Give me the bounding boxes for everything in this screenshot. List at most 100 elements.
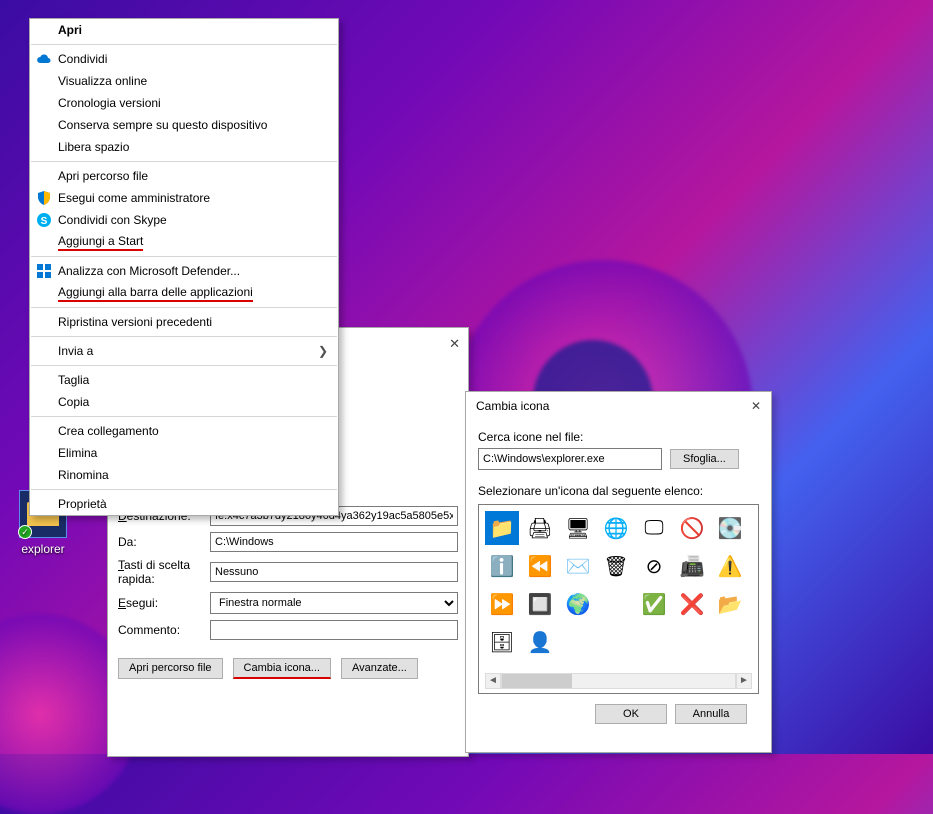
menu-item-elimina[interactable]: Elimina: [30, 442, 338, 464]
menu-item-cronologia-versioni[interactable]: Cronologia versioni: [30, 92, 338, 114]
printer-question-icon[interactable]: 🖨: [523, 511, 557, 545]
menu-item-apri-percorso-file[interactable]: Apri percorso file: [30, 165, 338, 187]
icon-slot-empty: [561, 625, 595, 659]
from-label: Da:: [118, 535, 204, 549]
menu-item-label: Invia a: [58, 344, 93, 358]
drive-icon[interactable]: 💽: [713, 511, 747, 545]
change-icon-dialog: Cambia icona ✕ Cerca icone nel file: Sfo…: [465, 391, 772, 753]
icon-path-input[interactable]: [478, 448, 662, 470]
network-globe-icon[interactable]: 🌍: [561, 587, 595, 621]
horizontal-scrollbar[interactable]: ◄ ►: [485, 673, 752, 689]
menu-item-label: Elimina: [58, 446, 97, 460]
window-grid-icon[interactable]: 🔲: [523, 587, 557, 621]
ok-button[interactable]: OK: [595, 704, 667, 724]
monitor-window-icon[interactable]: 🖵: [637, 511, 671, 545]
menu-item-label: Ripristina versioni precedenti: [58, 315, 212, 329]
menu-item-esegui-come-amministratore[interactable]: Esegui come amministratore: [30, 187, 338, 209]
forward-icon[interactable]: ⏩: [485, 587, 519, 621]
menu-separator: [31, 307, 337, 308]
menu-item-label: Apri: [58, 23, 82, 37]
menu-item-crea-collegamento[interactable]: Crea collegamento: [30, 420, 338, 442]
close-button[interactable]: ✕: [751, 399, 761, 413]
scroll-right-arrow[interactable]: ►: [736, 673, 752, 689]
shortcut-label: explorer: [12, 542, 74, 556]
change-icon-button[interactable]: Cambia icona...: [233, 658, 331, 679]
user-green-icon[interactable]: 👤: [523, 625, 557, 659]
svg-text:S: S: [41, 216, 48, 227]
icon-slot-empty: [599, 587, 633, 621]
run-select[interactable]: Finestra normale: [210, 592, 458, 614]
menu-item-visualizza-online[interactable]: Visualizza online: [30, 70, 338, 92]
menu-item-label: Analizza con Microsoft Defender...: [58, 264, 240, 278]
menu-item-label: Condividi: [58, 52, 107, 66]
warning-icon[interactable]: ⚠️: [713, 549, 747, 583]
close-button[interactable]: ✕: [449, 336, 460, 352]
hotkey-input[interactable]: [210, 562, 458, 582]
menu-item-label: Rinomina: [58, 468, 109, 482]
menu-separator: [31, 365, 337, 366]
menu-item-label: Esegui come amministratore: [58, 191, 210, 205]
menu-item-aggiungi-alla-barra-delle-applicazioni[interactable]: Aggiungi alla barra delle applicazioni: [30, 282, 338, 304]
menu-item-condividi[interactable]: Condividi: [30, 48, 338, 70]
info-icon[interactable]: ℹ️: [485, 549, 519, 583]
folder-open-icon[interactable]: 📂: [713, 587, 747, 621]
folder-icon[interactable]: 📁: [485, 511, 519, 545]
fax-printer-icon[interactable]: 📠: [675, 549, 709, 583]
recycle-bin-empty-icon[interactable]: ⊘: [637, 549, 671, 583]
menu-item-analizza-con-microsoft-defender[interactable]: Analizza con Microsoft Defender...: [30, 260, 338, 282]
submenu-arrow-icon: ❯: [318, 344, 328, 358]
scroll-left-arrow[interactable]: ◄: [485, 673, 501, 689]
menu-item-label: Condividi con Skype: [58, 213, 167, 227]
comment-label: Commento:: [118, 623, 204, 637]
menu-item-apri[interactable]: Apri: [30, 19, 338, 41]
menu-separator: [31, 416, 337, 417]
defender-icon: [36, 263, 52, 279]
icon-grid[interactable]: 📁🖨🖥🌐🖵🚫💽 ℹ️⏪✉️🗑⊘📠⚠️ ⏩🔲🌍 ✅❌📂 🗄👤 ◄ ►: [478, 504, 759, 694]
menu-item-label: Copia: [58, 395, 89, 409]
menu-item-ripristina-versioni-precedenti[interactable]: Ripristina versioni precedenti: [30, 311, 338, 333]
run-label: Esegui:: [118, 596, 204, 610]
menu-separator: [31, 161, 337, 162]
error-x-icon[interactable]: ❌: [675, 587, 709, 621]
advanced-button[interactable]: Avanzate...: [341, 658, 418, 679]
cancel-button[interactable]: Annulla: [675, 704, 747, 724]
menu-item-copia[interactable]: Copia: [30, 391, 338, 413]
no-entry-icon[interactable]: 🚫: [675, 511, 709, 545]
server-icon[interactable]: 🗄: [485, 625, 519, 659]
shield-icon: [36, 190, 52, 206]
browse-button[interactable]: Sfoglia...: [670, 449, 739, 469]
menu-item-aggiungi-a-start[interactable]: Aggiungi a Start: [30, 231, 338, 253]
skype-icon: S: [36, 212, 52, 228]
cloud-icon: [36, 51, 52, 67]
menu-item-condividi-con-skype[interactable]: S Condividi con Skype: [30, 209, 338, 231]
from-input[interactable]: [210, 532, 458, 552]
menu-item-invia-a[interactable]: Invia a ❯: [30, 340, 338, 362]
select-icon-label: Selezionare un'icona dal seguente elenco…: [478, 484, 759, 498]
context-menu: Apri Condividi Visualizza online Cronologia…: [29, 18, 339, 516]
sync-badge-icon: ✓: [18, 525, 32, 539]
window-check-icon[interactable]: ✅: [637, 587, 671, 621]
rewind-icon[interactable]: ⏪: [523, 549, 557, 583]
recycle-bin-full-icon[interactable]: 🗑: [599, 549, 633, 583]
menu-separator: [31, 489, 337, 490]
menu-item-label: Aggiungi alla barra delle applicazioni: [58, 285, 253, 302]
menu-item-taglia[interactable]: Taglia: [30, 369, 338, 391]
menu-item-libera-spazio[interactable]: Libera spazio: [30, 136, 338, 158]
computer-globe-icon[interactable]: 🖥: [561, 511, 595, 545]
menu-item-propriet[interactable]: Proprietà: [30, 493, 338, 515]
menu-item-label: Crea collegamento: [58, 424, 159, 438]
search-label: Cerca icone nel file:: [478, 430, 759, 444]
open-file-location-button[interactable]: Apri percorso file: [118, 658, 223, 679]
comment-input[interactable]: [210, 620, 458, 640]
menu-item-label: Taglia: [58, 373, 89, 387]
menu-separator: [31, 44, 337, 45]
menu-item-conserva-sempre-su-questo-dispositivo[interactable]: Conserva sempre su questo dispositivo: [30, 114, 338, 136]
menu-separator: [31, 336, 337, 337]
menu-item-label: Aggiungi a Start: [58, 234, 143, 251]
menu-item-rinomina[interactable]: Rinomina: [30, 464, 338, 486]
envelope-icon[interactable]: ✉️: [561, 549, 595, 583]
globe-icon[interactable]: 🌐: [599, 511, 633, 545]
menu-item-label: Conserva sempre su questo dispositivo: [58, 118, 267, 132]
hotkey-label: Tasti di scelta rapida:: [118, 558, 204, 586]
menu-item-label: Visualizza online: [58, 74, 147, 88]
